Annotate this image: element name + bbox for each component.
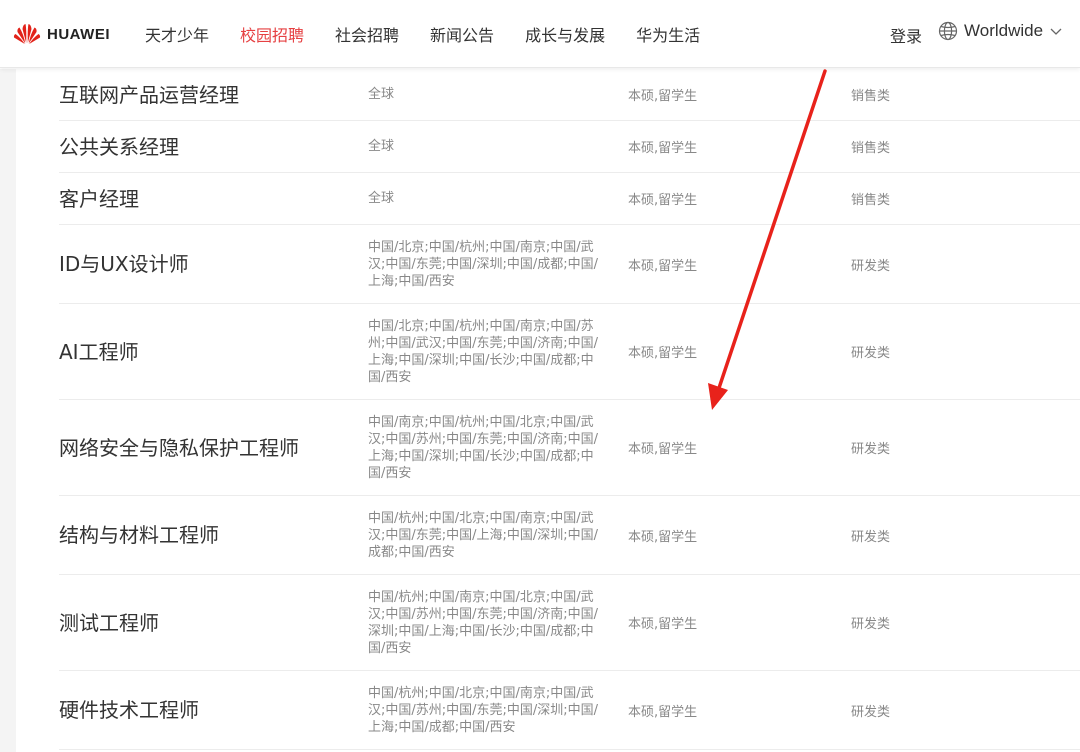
job-row[interactable]: 互联网产品运营经理 全球 本硕,留学生 销售类 [59,69,1080,121]
job-list: 互联网产品运营经理 全球 本硕,留学生 销售类 公共关系经理 全球 本硕,留学生… [16,69,1080,752]
main-nav: 天才少年 校园招聘 社会招聘 新闻公告 成长与发展 华为生活 [145,0,731,68]
job-category: 研发类 [851,442,891,457]
job-row[interactable]: AI工程师 中国/北京;中国/杭州;中国/南京;中国/苏州;中国/武汉;中国/东… [59,304,1080,400]
job-row[interactable]: 客户经理 全球 本硕,留学生 销售类 [59,173,1080,225]
job-location: 中国/北京;中国/杭州;中国/南京;中国/武汉;中国/东莞;中国/深圳;中国/成… [368,239,599,289]
job-location: 中国/南京;中国/杭州;中国/北京;中国/武汉;中国/苏州;中国/东莞;中国/济… [368,414,599,481]
nav-item-genius-youth[interactable]: 天才少年 [145,22,209,46]
job-row[interactable]: 结构与材料工程师 中国/杭州;中国/北京;中国/南京;中国/武汉;中国/东莞;中… [59,496,1080,575]
nav-item-social-recruitment[interactable]: 社会招聘 [335,22,399,46]
job-title[interactable]: AI工程师 [59,338,368,366]
chevron-down-icon [1050,28,1062,35]
job-title[interactable]: 硬件技术工程师 [59,696,368,724]
job-row[interactable]: 硬件技术工程师 中国/杭州;中国/北京;中国/南京;中国/武汉;中国/苏州;中国… [59,671,1080,750]
job-location: 全球 [368,87,395,102]
brand-name: HUAWEI [47,25,110,43]
job-degree: 本硕,留学生 [628,89,698,104]
job-degree: 本硕,留学生 [628,346,698,361]
job-location: 中国/北京;中国/杭州;中国/南京;中国/苏州;中国/武汉;中国/东莞;中国/济… [368,318,599,385]
job-degree: 本硕,留学生 [628,442,698,457]
login-link[interactable]: 登录 [890,23,922,47]
job-category: 销售类 [851,141,891,156]
nav-item-life[interactable]: 华为生活 [636,22,700,46]
job-title[interactable]: 网络安全与隐私保护工程师 [59,434,368,462]
job-degree: 本硕,留学生 [628,258,698,274]
job-row[interactable]: 测试工程师 中国/杭州;中国/南京;中国/北京;中国/武汉;中国/苏州;中国/东… [59,575,1080,671]
top-header: HUAWEI 天才少年 校园招聘 社会招聘 新闻公告 成长与发展 华为生活 登录… [0,0,1080,68]
job-location: 全球 [368,191,395,206]
left-margin [0,69,16,752]
job-category: 研发类 [851,258,891,274]
job-row[interactable]: 网络安全与隐私保护工程师 中国/南京;中国/杭州;中国/北京;中国/武汉;中国/… [59,400,1080,496]
huawei-flower-icon [13,24,41,44]
job-title[interactable]: 客户经理 [59,185,368,213]
job-title[interactable]: 互联网产品运营经理 [59,81,368,109]
job-row[interactable]: 公共关系经理 全球 本硕,留学生 销售类 [59,121,1080,173]
job-category: 研发类 [851,617,891,632]
job-degree: 本硕,留学生 [628,529,698,545]
language-label: Worldwide [964,21,1044,40]
job-category: 研发类 [851,529,891,545]
nav-item-growth[interactable]: 成长与发展 [525,22,605,46]
huawei-logo[interactable]: HUAWEI [13,22,110,46]
job-category: 销售类 [851,89,891,104]
job-category: 销售类 [851,193,891,208]
job-degree: 本硕,留学生 [628,704,698,720]
language-selector[interactable]: Worldwide [938,21,1063,41]
job-degree: 本硕,留学生 [628,193,698,208]
job-category: 研发类 [851,704,891,720]
globe-icon [938,21,958,41]
job-location: 中国/杭州;中国/北京;中国/南京;中国/武汉;中国/东莞;中国/上海;中国/深… [368,510,599,560]
job-title[interactable]: ID与UX设计师 [59,250,368,278]
job-title[interactable]: 测试工程师 [59,609,368,637]
job-title[interactable]: 结构与材料工程师 [59,521,368,549]
job-location: 全球 [368,139,395,154]
nav-item-campus-recruitment[interactable]: 校园招聘 [240,22,304,46]
job-location: 中国/杭州;中国/南京;中国/北京;中国/武汉;中国/苏州;中国/东莞;中国/济… [368,589,599,656]
job-degree: 本硕,留学生 [628,617,698,632]
job-row[interactable]: ID与UX设计师 中国/北京;中国/杭州;中国/南京;中国/武汉;中国/东莞;中… [59,225,1080,304]
nav-item-news[interactable]: 新闻公告 [430,22,494,46]
job-title[interactable]: 公共关系经理 [59,133,368,161]
job-location: 中国/杭州;中国/北京;中国/南京;中国/武汉;中国/苏州;中国/东莞;中国/深… [368,685,599,735]
job-category: 研发类 [851,346,891,361]
job-degree: 本硕,留学生 [628,141,698,156]
